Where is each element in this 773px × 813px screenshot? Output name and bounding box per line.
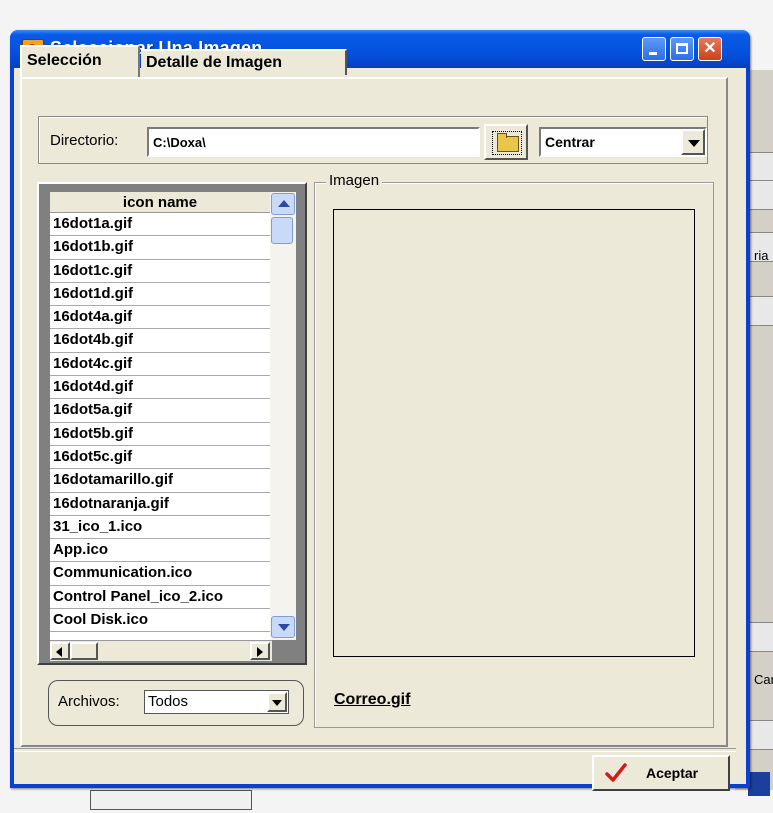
list-item[interactable]: Control Panel_ico_2.ico	[50, 586, 270, 610]
list-item[interactable]: 16dot5c.gif	[50, 446, 270, 470]
list-item[interactable]: 16dot4c.gif	[50, 353, 270, 377]
horizontal-scroll-thumb[interactable]	[70, 642, 98, 660]
background-field	[90, 790, 252, 810]
browse-folder-button[interactable]	[484, 124, 528, 160]
tab-detalle-de-imagen[interactable]: Detalle de Imagen	[141, 49, 347, 75]
image-group-label: Imagen	[326, 172, 383, 189]
close-button[interactable]: ✕	[698, 37, 722, 61]
chevron-up-icon	[278, 200, 290, 207]
background-strip	[748, 622, 773, 652]
folder-open-icon	[497, 133, 519, 152]
file-list-rows: 16dot1a.gif 16dot1b.gif 16dot1c.gif 16do…	[50, 213, 270, 633]
accept-label: Aceptar	[646, 765, 699, 781]
list-item[interactable]: 16dot5a.gif	[50, 399, 270, 423]
scroll-left-button[interactable]	[50, 642, 70, 660]
alignment-value: Centrar	[545, 134, 595, 150]
list-item[interactable]: 16dot4b.gif	[50, 329, 270, 353]
list-item[interactable]: Communication.ico	[50, 562, 270, 586]
scroll-thumb[interactable]	[271, 217, 293, 244]
list-item[interactable]: 16dot1d.gif	[50, 283, 270, 307]
chevron-down-icon	[278, 624, 290, 631]
close-icon: ✕	[703, 40, 717, 57]
background-strip	[748, 296, 773, 326]
files-select[interactable]: Todos	[144, 690, 289, 714]
list-item[interactable]: App.ico	[50, 539, 270, 563]
list-item[interactable]: Cool Disk.ico	[50, 609, 270, 633]
files-value: Todos	[148, 693, 189, 710]
list-item[interactable]: 16dotamarillo.gif	[50, 469, 270, 493]
scroll-down-button[interactable]	[271, 616, 295, 638]
focus-rect	[492, 131, 522, 155]
list-item[interactable]: 16dot5b.gif	[50, 423, 270, 446]
list-item[interactable]: 16dot4d.gif	[50, 376, 270, 400]
minimize-icon	[649, 52, 657, 55]
tab-seleccion[interactable]: Selección	[20, 45, 140, 77]
column-header-icon-name[interactable]: icon name	[50, 192, 270, 213]
chevron-left-icon	[56, 647, 62, 657]
directory-input[interactable]: C:\Doxa\	[147, 127, 480, 157]
alignment-select[interactable]: Centrar	[539, 127, 707, 157]
maximize-icon	[676, 43, 688, 54]
list-item[interactable]: 16dot1b.gif	[50, 236, 270, 260]
scroll-up-button[interactable]	[271, 193, 295, 215]
chevron-right-icon	[257, 647, 263, 657]
list-item[interactable]: 16dot1c.gif	[50, 260, 270, 283]
horizontal-scrollbar[interactable]	[50, 640, 272, 661]
list-item[interactable]: 16dotnaranja.gif	[50, 493, 270, 516]
image-filename: Correo.gif	[334, 691, 411, 708]
list-item[interactable]: 16dot4a.gif	[50, 306, 270, 330]
scroll-right-button[interactable]	[250, 642, 270, 660]
checkmark-icon	[605, 763, 627, 782]
vertical-scrollbar[interactable]	[270, 192, 296, 640]
background-corner-icon	[748, 772, 770, 796]
list-item[interactable]: 16dot1a.gif	[50, 213, 270, 237]
accept-button[interactable]: Aceptar	[592, 755, 730, 791]
background-text: ria	[754, 248, 769, 263]
background-text: Car	[754, 672, 773, 687]
image-preview	[333, 209, 695, 657]
chevron-down-icon[interactable]	[681, 129, 705, 155]
maximize-button[interactable]	[670, 37, 694, 61]
background-strip	[748, 180, 773, 210]
directory-label: Directorio:	[50, 132, 119, 149]
list-item[interactable]: 31_ico_1.ico	[50, 516, 270, 540]
files-label: Archivos:	[58, 693, 120, 710]
background-strip	[748, 152, 773, 182]
divider	[14, 748, 736, 752]
minimize-button[interactable]	[642, 37, 666, 61]
chevron-down-icon[interactable]	[267, 692, 287, 712]
background-strip	[748, 720, 773, 750]
